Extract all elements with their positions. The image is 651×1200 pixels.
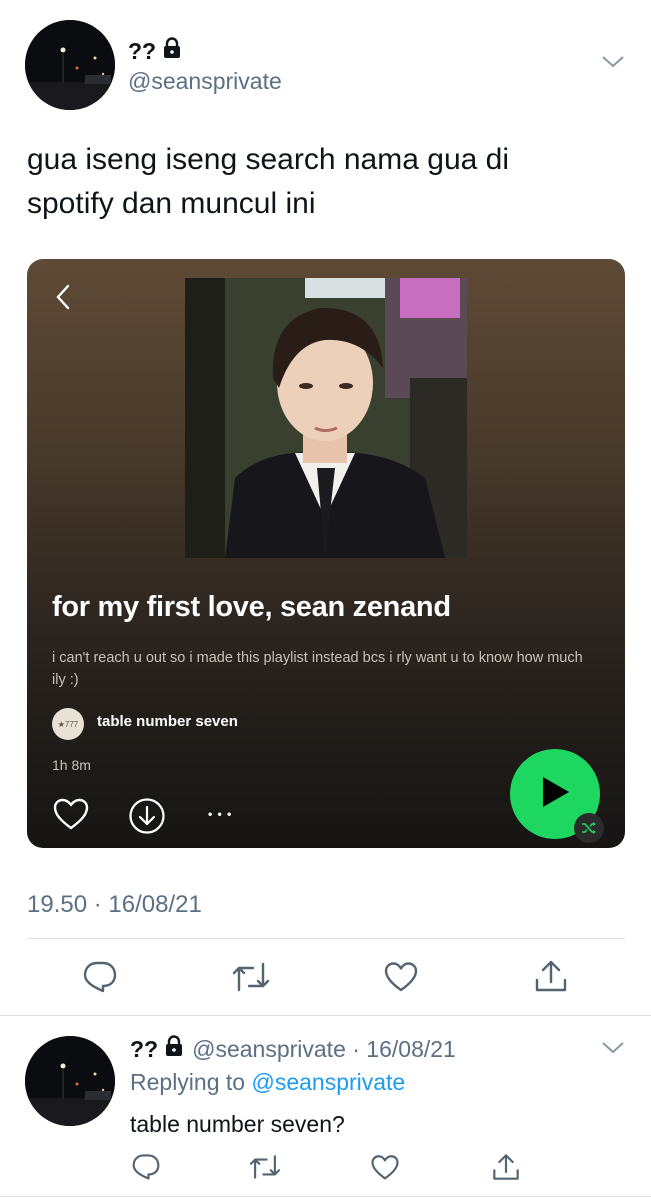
back-arrow-icon[interactable] <box>51 281 77 318</box>
playlist-title: for my first love, sean zenand <box>52 591 451 623</box>
tweet-text: gua iseng iseng search nama gua di spoti… <box>27 143 509 220</box>
reply-meta[interactable]: @seansprivate · 16/08/21 <box>192 1036 456 1063</box>
replying-to: Replying to @seansprivate <box>130 1069 406 1095</box>
divider <box>27 938 625 939</box>
playlist-duration: 1h 8m <box>52 757 91 773</box>
reply-icon[interactable] <box>82 960 118 999</box>
chevron-down-icon[interactable] <box>600 54 626 75</box>
more-options-icon[interactable]: • • • <box>208 807 232 821</box>
author-handle[interactable]: @seansprivate <box>128 68 282 95</box>
tweet-timestamp[interactable]: 19.50 · 16/08/21 <box>27 891 202 919</box>
heart-icon[interactable] <box>52 797 90 836</box>
reply-author-avatar[interactable] <box>25 1036 115 1126</box>
attached-media[interactable]: for my first love, sean zenand i can't r… <box>27 259 625 848</box>
retweet-icon[interactable] <box>248 1153 282 1186</box>
replying-to-link[interactable]: @seansprivate <box>251 1069 405 1095</box>
playlist-cover-image <box>185 278 467 558</box>
reply-text: table number seven? <box>130 1111 345 1137</box>
author-name[interactable]: ?? <box>128 37 182 65</box>
lock-icon <box>164 1035 184 1063</box>
playlist-owner[interactable]: table number seven <box>97 713 238 730</box>
reply-icon[interactable] <box>131 1153 161 1186</box>
share-icon[interactable] <box>491 1152 521 1187</box>
retweet-icon[interactable] <box>231 960 271 999</box>
reply-author-name[interactable]: ?? <box>130 1036 158 1063</box>
shuffle-icon[interactable] <box>574 813 604 843</box>
download-icon[interactable] <box>128 797 166 840</box>
author-avatar[interactable] <box>25 20 115 110</box>
divider <box>0 1196 651 1197</box>
like-icon[interactable] <box>383 961 419 998</box>
like-icon[interactable] <box>370 1154 400 1186</box>
reply-header: ?? @seansprivate · 16/08/21 <box>130 1035 456 1063</box>
lock-icon <box>162 37 182 65</box>
divider <box>0 1015 651 1016</box>
playlist-description: i can't reach u out so i made this playl… <box>52 650 583 688</box>
share-icon[interactable] <box>533 958 569 999</box>
owner-avatar[interactable]: ★777 <box>52 708 84 740</box>
play-icon <box>539 775 571 814</box>
chevron-down-icon[interactable] <box>600 1040 626 1061</box>
